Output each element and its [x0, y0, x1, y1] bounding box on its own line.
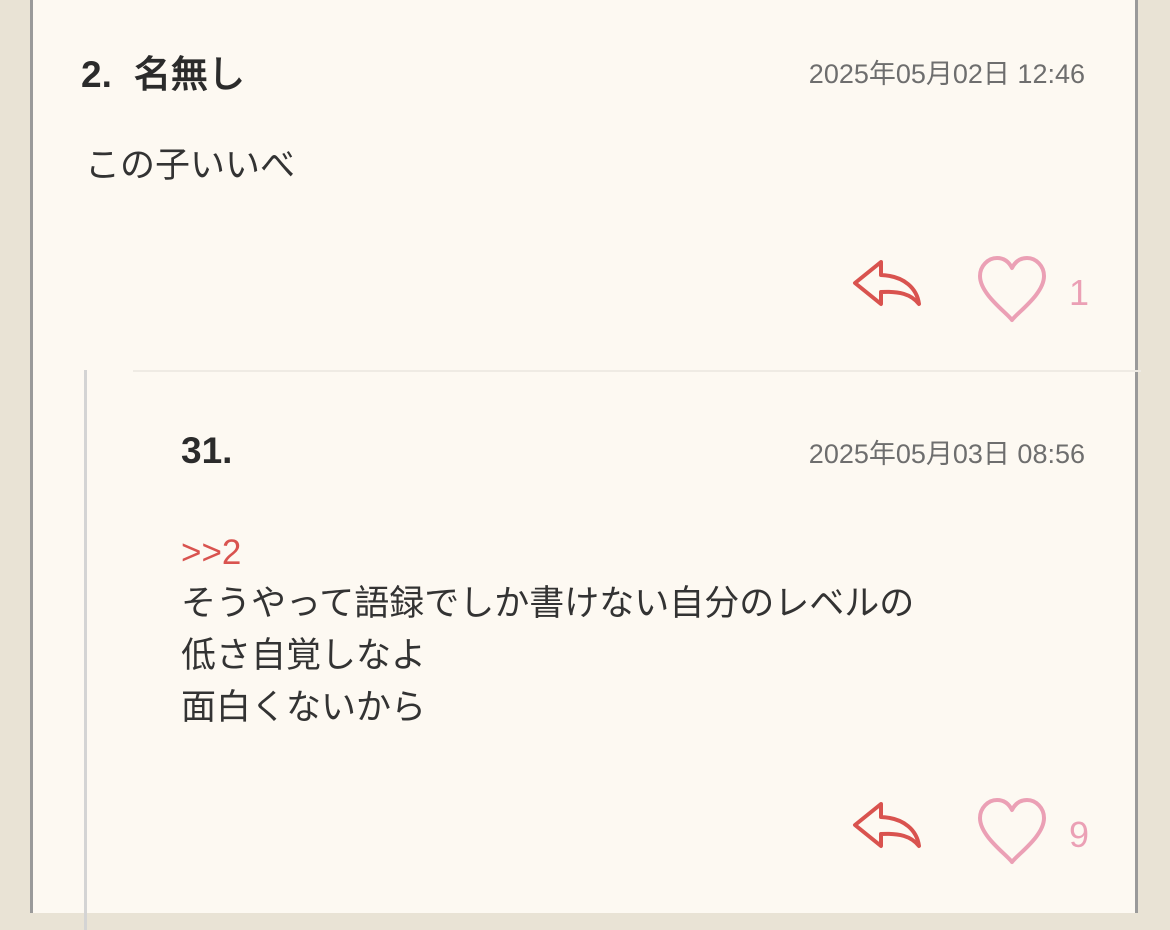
like-count: 9 — [1069, 814, 1090, 855]
like-button[interactable] — [976, 254, 1048, 328]
comment-number: 31. — [181, 430, 233, 471]
comment-header: 2. 名無し — [81, 44, 245, 98]
body-line: 面白くないから — [181, 688, 427, 728]
thread-line — [84, 370, 87, 930]
reply-button[interactable] — [851, 258, 925, 318]
reply-anchor-link[interactable]: >>2 — [181, 528, 914, 578]
reply-button[interactable] — [851, 800, 925, 860]
reply-arrow-icon — [853, 260, 921, 306]
comment-number: 2. — [81, 54, 112, 95]
like-count: 1 — [1069, 272, 1090, 313]
body-line: 低さ自覚しなよ — [181, 636, 427, 676]
comment-card: 2. 名無し 2025年05月02日 12:46 この子いいべ 1 31. 20… — [30, 0, 1141, 930]
reply-divider — [133, 370, 1141, 372]
reply-arrow-icon — [853, 802, 921, 848]
comment-body: >>2 そうやって語録でしか書けない自分のレベルの 低さ自覚しなよ 面白くないか… — [181, 528, 914, 734]
comment-header: 31. — [181, 430, 232, 472]
comment-date: 2025年05月03日 08:56 — [808, 439, 1085, 469]
like-button[interactable] — [976, 796, 1048, 870]
body-line: そうやって語録でしか書けない自分のレベルの — [181, 584, 915, 624]
comment-body: この子いいべ — [85, 146, 296, 186]
heart-outline-icon — [978, 798, 1046, 864]
comment-author: 名無し — [133, 53, 245, 96]
comment-date: 2025年05月02日 12:46 — [808, 59, 1085, 89]
heart-outline-icon — [978, 256, 1046, 322]
